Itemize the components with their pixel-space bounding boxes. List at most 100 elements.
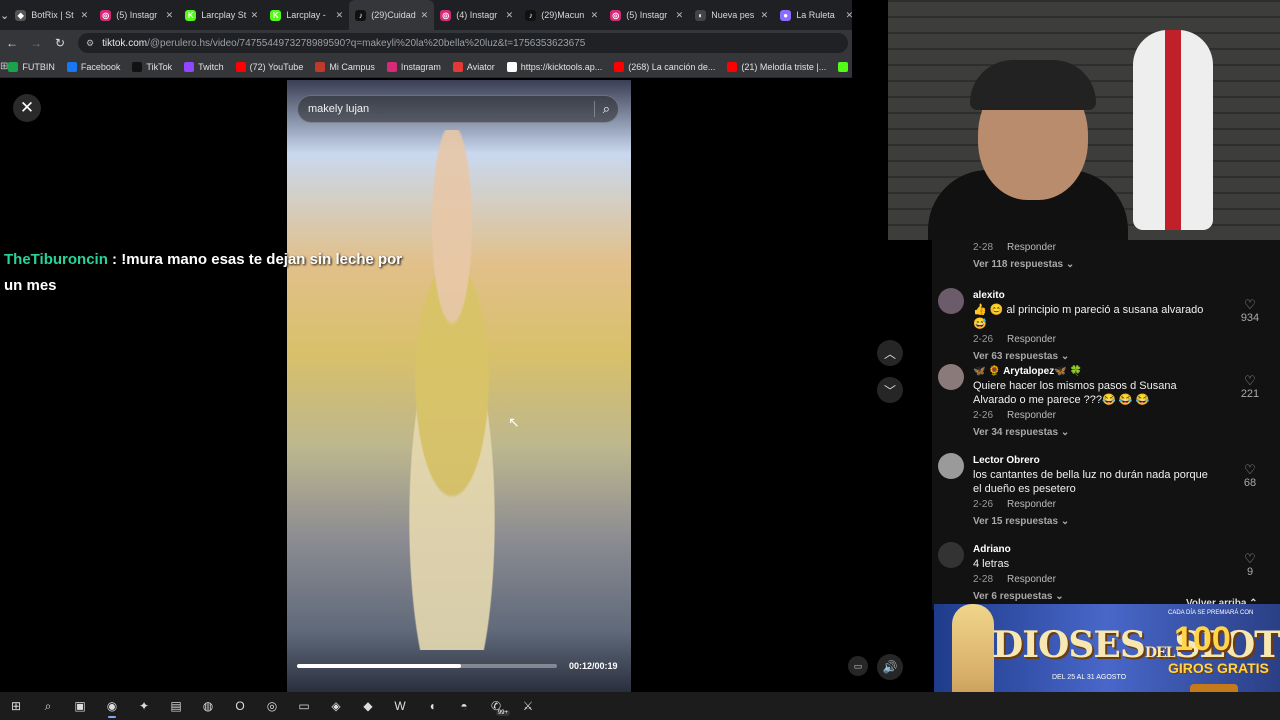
browser-tab[interactable]: ◐ Nueva pes ✕: [689, 0, 774, 30]
apps-grid-icon[interactable]: ⊞: [0, 61, 8, 72]
taskbar-glyph: ◉: [106, 699, 118, 713]
taskbar-glyph: ◆: [363, 699, 373, 713]
taskbar-chrome-icon[interactable]: ◉: [96, 692, 128, 720]
browser-tab[interactable]: K Larcplay - ✕: [264, 0, 349, 30]
reply-button[interactable]: Responder: [1007, 574, 1056, 585]
bookmark-item[interactable]: Kick: [838, 61, 852, 72]
like-button[interactable]: ♡ 221: [1235, 374, 1265, 401]
mini-player-icon[interactable]: ▭: [848, 656, 868, 676]
taskbar-outlook-icon[interactable]: O: [224, 692, 256, 720]
tab-favicon-icon: ♪: [355, 9, 367, 21]
url-field[interactable]: ⚙ tiktok.com /@perulero.hs/video/7475544…: [78, 33, 848, 53]
avatar[interactable]: [938, 288, 964, 314]
url-path: /@perulero.hs/video/7475544973278989590?…: [147, 37, 586, 49]
reply-button[interactable]: Responder: [1007, 242, 1056, 253]
comment-meta: 2-26 Responder: [973, 334, 1056, 345]
browser-tab[interactable]: K Larcplay St ✕: [179, 0, 264, 30]
taskbar-store-icon[interactable]: ▤: [160, 692, 192, 720]
tab-close-icon[interactable]: ✕: [166, 10, 174, 21]
site-info-icon[interactable]: ⚙: [86, 38, 94, 49]
bookmark-item[interactable]: Facebook: [66, 61, 120, 72]
search-icon[interactable]: ⌕: [593, 101, 610, 117]
tab-close-icon[interactable]: ✕: [761, 10, 769, 21]
view-replies-button[interactable]: Ver 15 respuestas ⌄: [973, 516, 1069, 527]
tab-favicon-icon: ◆: [15, 9, 27, 21]
chevron-down-icon[interactable]: ﹀: [877, 377, 903, 403]
back-icon[interactable]: ←: [0, 36, 24, 50]
reply-button[interactable]: Responder: [1007, 499, 1056, 510]
bookmark-item[interactable]: TikTok: [132, 61, 172, 72]
comment-author[interactable]: Lector Obrero: [973, 455, 1040, 466]
taskbar-app-mask-icon[interactable]: ◈: [320, 692, 352, 720]
taskbar-explorer-icon[interactable]: ▭: [288, 692, 320, 720]
bookmark-item[interactable]: Mi Campus: [315, 61, 375, 72]
avatar[interactable]: [938, 364, 964, 390]
like-button[interactable]: ♡ 934: [1235, 298, 1265, 325]
comment-author[interactable]: alexito: [973, 290, 1005, 301]
bookmark-item[interactable]: FUTBIN: [8, 61, 55, 72]
view-replies-button[interactable]: Ver 63 respuestas ⌄: [973, 351, 1069, 362]
taskbar-app-red-icon[interactable]: ◆: [352, 692, 384, 720]
view-replies-button[interactable]: Ver 6 respuestas ⌄: [973, 591, 1064, 602]
taskbar-task-view-icon[interactable]: ▣: [64, 692, 96, 720]
tab-close-icon[interactable]: ✕: [421, 10, 429, 21]
taskbar-copilot-icon[interactable]: ✦: [128, 692, 160, 720]
taskbar-app-sword-icon[interactable]: ⚔: [512, 692, 544, 720]
bookmark-favicon-icon: [506, 61, 517, 72]
video-progress-bar[interactable]: [297, 664, 557, 668]
bookmark-item[interactable]: Aviator: [452, 61, 495, 72]
browser-tab[interactable]: ◎ (4) Instagr ✕: [434, 0, 519, 30]
bookmark-item[interactable]: Twitch: [184, 61, 224, 72]
close-icon[interactable]: ✕: [13, 94, 41, 122]
like-count: 9: [1246, 566, 1254, 578]
taskbar-whatsapp-icon[interactable]: ✆ 99+: [480, 692, 512, 720]
bookmark-item[interactable]: (72) YouTube: [235, 61, 303, 72]
like-button[interactable]: ♡ 9: [1235, 552, 1265, 579]
taskbar-word-icon[interactable]: W: [384, 692, 416, 720]
reply-button[interactable]: Responder: [1007, 410, 1056, 421]
like-button[interactable]: ♡ 68: [1235, 463, 1265, 490]
tab-close-icon[interactable]: ✕: [676, 10, 684, 21]
avatar[interactable]: [938, 542, 964, 568]
reload-icon[interactable]: ↻: [48, 36, 72, 50]
bookmark-item[interactable]: https://kicktools.ap...: [506, 61, 602, 72]
browser-tab[interactable]: ● La Ruleta ✕: [774, 0, 852, 30]
taskbar-search-icon[interactable]: ⌕: [32, 692, 64, 720]
tab-favicon-icon: ◎: [100, 9, 112, 21]
tab-close-icon[interactable]: ✕: [506, 10, 514, 21]
tab-close-icon[interactable]: ✕: [81, 10, 89, 21]
avatar[interactable]: [938, 453, 964, 479]
bookmark-label: Twitch: [198, 61, 224, 72]
volume-icon[interactable]: 🔊: [877, 654, 903, 680]
browser-tab[interactable]: ◎ (5) Instagr ✕: [604, 0, 689, 30]
browser-tab[interactable]: ♪ (29)Cuidad ✕: [349, 0, 435, 30]
taskbar-edge-icon[interactable]: ◍: [192, 692, 224, 720]
taskbar-capcut-icon[interactable]: ◖: [416, 692, 448, 720]
view-replies-button[interactable]: Ver 118 respuestas ⌄: [973, 259, 1074, 270]
tab-close-icon[interactable]: ✕: [251, 10, 259, 21]
browser-tab[interactable]: ◆ BotRix | St ✕: [9, 0, 94, 30]
bookmark-item[interactable]: Instagram: [386, 61, 441, 72]
view-replies-button[interactable]: Ver 34 respuestas ⌄: [973, 427, 1069, 438]
tab-close-icon[interactable]: ✕: [336, 10, 344, 21]
tab-close-icon[interactable]: ✕: [846, 10, 852, 21]
taskbar-discord-icon[interactable]: ◓: [448, 692, 480, 720]
taskbar-start-icon[interactable]: ⊞: [0, 692, 32, 720]
comment-author[interactable]: Adriano: [973, 544, 1011, 555]
forward-icon[interactable]: →: [24, 36, 48, 50]
tab-search-icon[interactable]: ⌄: [0, 0, 9, 30]
video-player[interactable]: [287, 80, 631, 692]
video-search-bar[interactable]: makely lujan ⌕: [297, 95, 619, 123]
browser-tab[interactable]: ◎ (5) Instagr ✕: [94, 0, 179, 30]
comment-author[interactable]: 🦋 🌻 Arytalopez🦋 🍀: [973, 366, 1082, 377]
tab-close-icon[interactable]: ✕: [591, 10, 599, 21]
ad-top-text: CADA DÍA SE PREMIARÁ CON: [1168, 610, 1254, 616]
reply-button[interactable]: Responder: [1007, 334, 1056, 345]
tab-title: Larcplay St: [201, 10, 247, 20]
taskbar-obs-icon[interactable]: ◎: [256, 692, 288, 720]
bookmark-item[interactable]: (268) La canción de...: [614, 61, 715, 72]
taskbar-glyph: ◓: [460, 699, 468, 713]
bookmark-item[interactable]: (21) Melodía triste |...: [727, 61, 826, 72]
chevron-up-icon[interactable]: ︿: [877, 340, 903, 366]
browser-tab[interactable]: ♪ (29)Macun ✕: [519, 0, 604, 30]
